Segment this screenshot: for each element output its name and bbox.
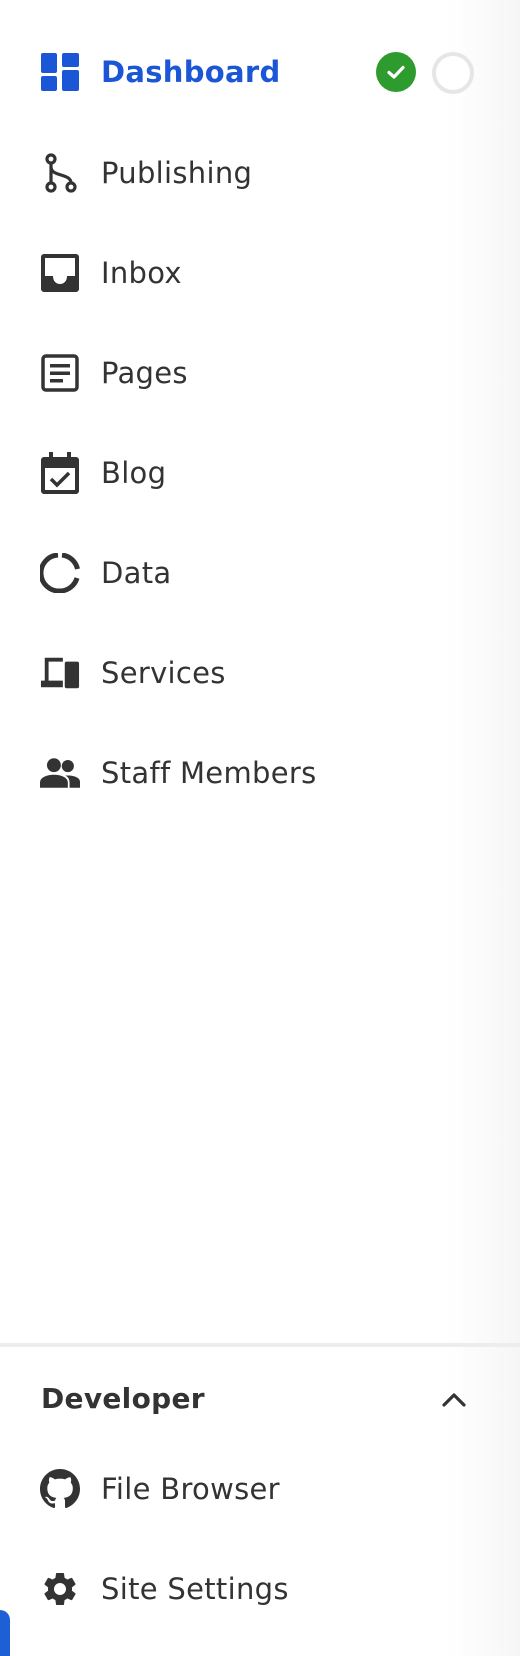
window-edge (0, 1610, 10, 1656)
gear-icon (40, 1569, 80, 1609)
calendar-check-icon (40, 452, 80, 494)
sidebar-item-site-settings[interactable]: Site Settings (0, 1554, 520, 1624)
sidebar-item-label: Services (101, 656, 226, 690)
sidebar-item-data[interactable]: Data (0, 538, 520, 608)
dashboard-icon (40, 52, 80, 92)
sidebar-item-pages[interactable]: Pages (0, 338, 520, 408)
sidebar-item-blog[interactable]: Blog (0, 438, 520, 508)
sidebar-item-label: Staff Members (101, 756, 317, 790)
empty-circle-icon (432, 52, 474, 94)
sidebar-item-label: Dashboard (101, 55, 281, 89)
sidebar-item-services[interactable]: Services (0, 638, 520, 708)
sidebar-item-staff-members[interactable]: Staff Members (0, 738, 520, 808)
chevron-up-icon (438, 1384, 470, 1416)
sidebar-item-label: Inbox (101, 256, 182, 290)
github-icon (40, 1469, 80, 1509)
branch-icon (40, 153, 80, 193)
sidebar: Dashboard Publishing Inbox Pages Blog Da… (0, 0, 520, 1656)
sidebar-item-inbox[interactable]: Inbox (0, 238, 520, 308)
sidebar-item-label: Pages (101, 356, 188, 390)
sidebar-item-label: Data (101, 556, 172, 590)
section-title: Developer (41, 1382, 205, 1415)
devices-icon (40, 653, 80, 693)
divider (0, 1343, 520, 1347)
check-circle-icon (376, 52, 416, 92)
page-icon (40, 353, 80, 393)
sidebar-item-label: Publishing (101, 156, 253, 190)
sidebar-item-label: Site Settings (101, 1572, 289, 1606)
people-icon (40, 753, 80, 793)
sidebar-item-file-browser[interactable]: File Browser (0, 1454, 520, 1524)
developer-section-toggle[interactable]: Developer (0, 1366, 520, 1436)
sidebar-item-label: File Browser (101, 1472, 280, 1506)
sidebar-item-publishing[interactable]: Publishing (0, 138, 520, 208)
inbox-icon (40, 253, 80, 293)
sidebar-item-label: Blog (101, 456, 167, 490)
donut-chart-icon (40, 553, 80, 593)
